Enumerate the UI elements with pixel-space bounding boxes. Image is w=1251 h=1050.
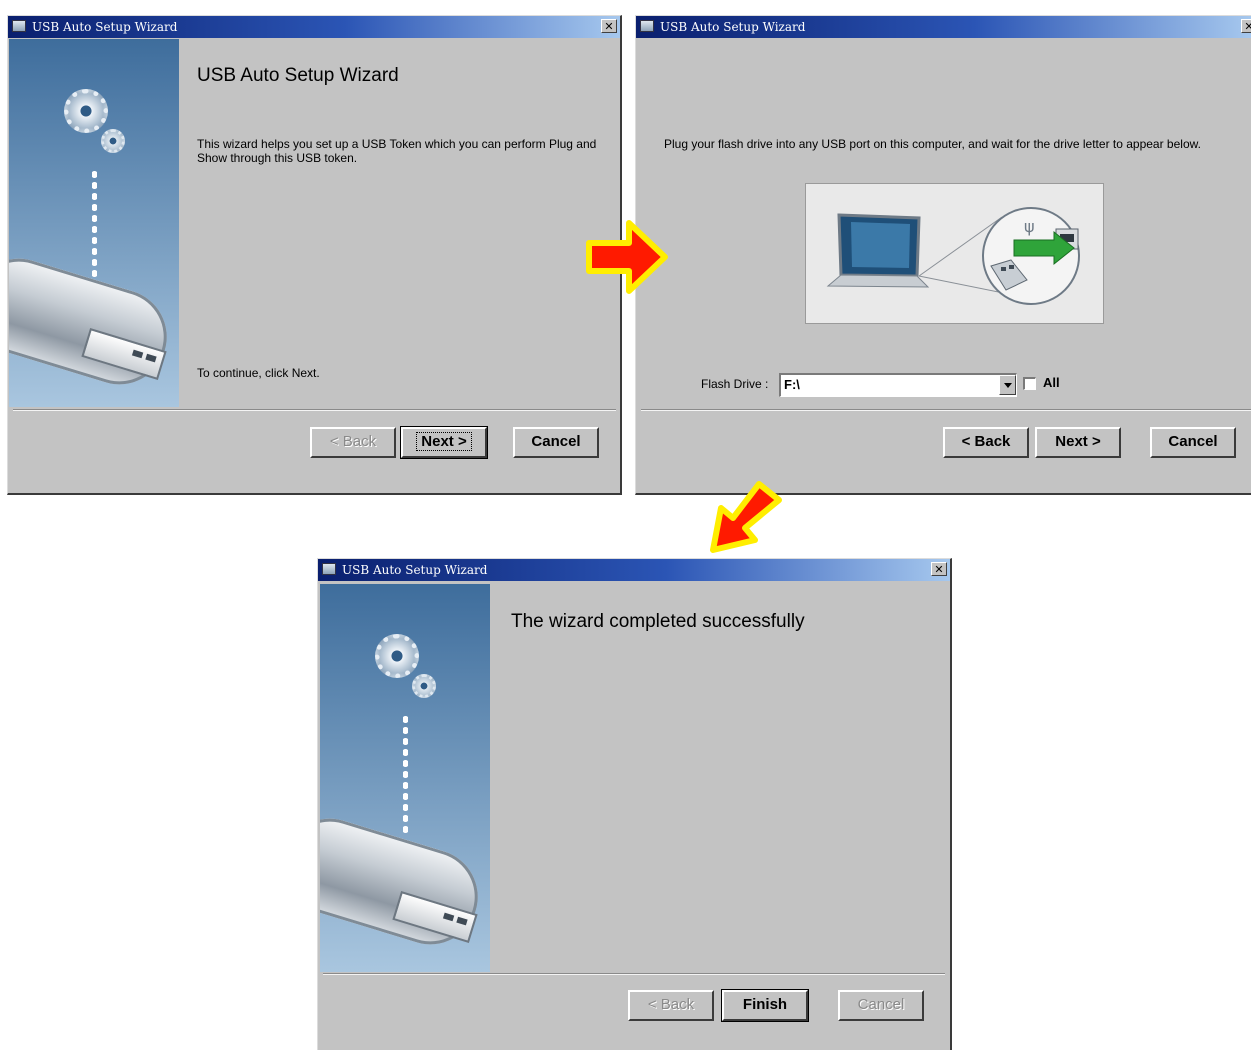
cancel-button[interactable]: Cancel bbox=[838, 990, 924, 1021]
gear-icon bbox=[375, 634, 419, 678]
finish-button[interactable]: Finish bbox=[721, 989, 809, 1022]
page-title: The wizard completed successfully bbox=[511, 611, 805, 632]
next-button[interactable]: Next > bbox=[1035, 427, 1121, 458]
wizard-window-select-drive: USB Auto Setup Wizard ✕ Plug your flash … bbox=[635, 15, 1251, 495]
title-bar[interactable]: USB Auto Setup Wizard ✕ bbox=[636, 16, 1251, 38]
cancel-button[interactable]: Cancel bbox=[1150, 427, 1236, 458]
usb-port-icon: ψ bbox=[982, 207, 1080, 305]
next-button[interactable]: Next > bbox=[400, 426, 488, 459]
instruction-text: Plug your flash drive into any USB port … bbox=[664, 137, 1201, 151]
dropdown-arrow-icon[interactable] bbox=[999, 375, 1016, 395]
next-button-label: Next > bbox=[416, 432, 472, 451]
svg-text:ψ: ψ bbox=[1024, 217, 1035, 236]
divider bbox=[13, 409, 616, 411]
back-button[interactable]: < Back bbox=[310, 427, 396, 458]
laptop-icon bbox=[826, 213, 930, 288]
arrow-right-icon bbox=[586, 220, 668, 294]
window-title: USB Auto Setup Wizard bbox=[32, 20, 178, 34]
window-title: USB Auto Setup Wizard bbox=[342, 563, 488, 577]
close-icon[interactable]: ✕ bbox=[1241, 19, 1251, 33]
wizard-window-welcome: USB Auto Setup Wizard ✕ USB Auto Setup W… bbox=[7, 15, 622, 495]
continue-hint: To continue, click Next. bbox=[197, 366, 320, 380]
wizard-window-complete: USB Auto Setup Wizard ✕ The wizard compl… bbox=[317, 558, 952, 1050]
progress-dots bbox=[403, 714, 408, 834]
page-title: USB Auto Setup Wizard bbox=[197, 65, 399, 86]
all-label: All bbox=[1043, 375, 1060, 390]
flash-drive-select[interactable]: F:\ bbox=[779, 373, 1017, 397]
flash-drive-value: F:\ bbox=[784, 377, 800, 392]
title-bar[interactable]: USB Auto Setup Wizard ✕ bbox=[318, 559, 950, 581]
gear-icon bbox=[101, 129, 125, 153]
app-icon bbox=[12, 20, 26, 32]
back-button[interactable]: < Back bbox=[943, 427, 1029, 458]
divider bbox=[323, 973, 945, 975]
title-bar[interactable]: USB Auto Setup Wizard ✕ bbox=[8, 16, 620, 38]
progress-dots bbox=[92, 169, 97, 289]
close-icon[interactable]: ✕ bbox=[931, 562, 947, 576]
back-button[interactable]: < Back bbox=[628, 990, 714, 1021]
intro-text: This wizard helps you set up a USB Token… bbox=[197, 137, 597, 165]
close-icon[interactable]: ✕ bbox=[601, 19, 617, 33]
wizard-side-banner bbox=[9, 39, 179, 407]
app-icon bbox=[322, 563, 336, 575]
app-icon bbox=[640, 20, 654, 32]
all-checkbox[interactable] bbox=[1023, 377, 1036, 390]
window-title: USB Auto Setup Wizard bbox=[660, 20, 806, 34]
gear-icon bbox=[64, 89, 108, 133]
divider bbox=[641, 409, 1251, 411]
wizard-side-banner bbox=[320, 584, 490, 972]
cancel-button[interactable]: Cancel bbox=[513, 427, 599, 458]
plug-in-illustration: ψ bbox=[805, 183, 1104, 324]
gear-icon bbox=[412, 674, 436, 698]
flash-drive-label: Flash Drive : bbox=[701, 377, 769, 391]
arrow-down-left-icon bbox=[710, 481, 782, 553]
